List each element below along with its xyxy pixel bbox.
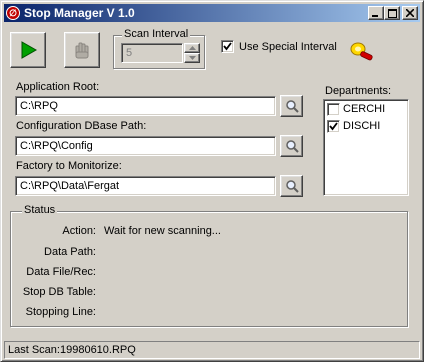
application-root-label: Application Root: xyxy=(16,81,100,93)
maximize-icon xyxy=(387,8,397,18)
window-title: Stop Manager V 1.0 xyxy=(24,6,135,20)
spin-up-button[interactable] xyxy=(184,43,200,53)
stop-button[interactable] xyxy=(64,32,100,68)
factory-label: Factory to Monitorize: xyxy=(16,160,122,172)
start-button[interactable] xyxy=(10,32,46,68)
status-action-value: Wait for new scanning... xyxy=(104,225,221,237)
app-icon[interactable]: ∅ xyxy=(6,6,20,20)
factory-input[interactable]: C:\RPQ\Data\Fergat xyxy=(15,176,276,196)
department-label-dischi[interactable]: DISCHI xyxy=(343,120,380,133)
scan-interval-label: Scan Interval xyxy=(122,28,191,41)
status-bar: Last Scan:19980610.RPQ xyxy=(4,341,420,359)
play-icon xyxy=(21,41,37,59)
checkmark-icon xyxy=(329,122,338,131)
status-action-label: Action: xyxy=(62,225,96,237)
key-tool-icon[interactable] xyxy=(347,37,377,65)
magnifier-icon xyxy=(285,180,299,193)
use-special-interval-label[interactable]: Use Special Interval xyxy=(239,41,337,54)
maximize-button[interactable] xyxy=(384,6,400,20)
departments-label: Departments: xyxy=(325,85,392,97)
status-stop-db-label: Stop DB Table: xyxy=(22,286,96,298)
browse-factory-button[interactable] xyxy=(280,175,303,197)
status-data-file-label: Data File/Rec: xyxy=(26,266,96,278)
browse-application-root-button[interactable] xyxy=(280,95,303,117)
stop-hand-icon xyxy=(75,42,89,59)
departments-list[interactable]: CERCHI DISCHI xyxy=(323,99,409,196)
spin-down-button[interactable] xyxy=(184,53,200,63)
magnifier-icon xyxy=(285,100,299,113)
magnifier-icon xyxy=(285,140,299,153)
config-path-input[interactable]: C:\RPQ\Config xyxy=(15,136,276,156)
use-special-interval-checkbox[interactable] xyxy=(221,40,234,53)
checkmark-icon xyxy=(223,42,232,51)
department-label-cerchi[interactable]: CERCHI xyxy=(343,103,385,116)
title-bar[interactable]: ∅ Stop Manager V 1.0 xyxy=(4,4,420,22)
minimize-icon xyxy=(372,15,378,17)
department-checkbox-dischi[interactable] xyxy=(327,120,340,133)
last-scan-text: Last Scan:19980610.RPQ xyxy=(8,344,136,356)
status-data-path-label: Data Path: xyxy=(44,246,96,258)
department-checkbox-cerchi[interactable] xyxy=(327,103,340,116)
browse-config-path-button[interactable] xyxy=(280,135,303,157)
spin-down-icon xyxy=(188,56,196,60)
main-window: ∅ Stop Manager V 1.0 Scan Interval 5 Use… xyxy=(0,0,424,362)
close-button[interactable] xyxy=(402,6,418,20)
config-path-label: Configuration DBase Path: xyxy=(16,120,147,132)
minimize-button[interactable] xyxy=(368,6,384,20)
title-buttons xyxy=(368,6,418,20)
application-root-input[interactable]: C:\RPQ xyxy=(15,96,276,116)
status-group-label: Status xyxy=(22,204,58,217)
spin-up-icon xyxy=(188,46,196,50)
close-icon xyxy=(406,9,414,17)
scan-interval-input[interactable]: 5 xyxy=(121,43,183,63)
status-stopping-line-label: Stopping Line: xyxy=(25,306,96,318)
